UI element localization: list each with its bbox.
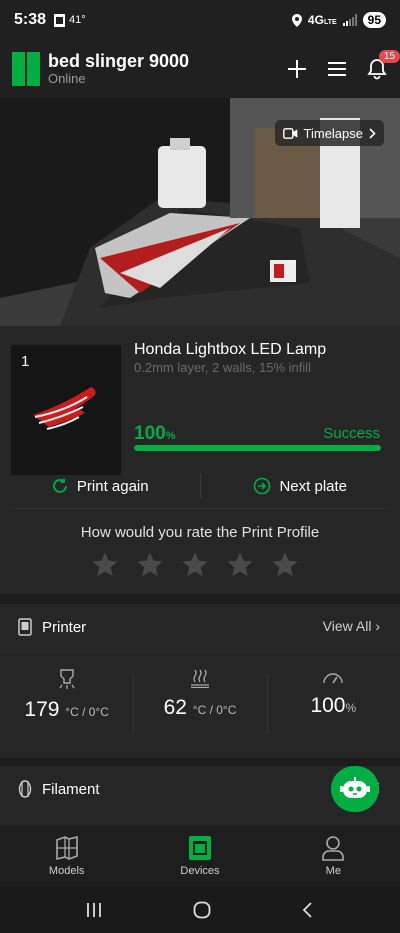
job-settings: 0.2mm layer, 2 walls, 15% infill [134,360,312,375]
location-icon [291,13,302,27]
device-title-block[interactable]: bed slinger 9000 Online [48,51,189,87]
back-icon[interactable] [302,901,314,918]
system-navigation-bar [0,886,400,933]
header-actions: 15 [286,50,400,80]
divider [0,654,400,655]
printer-icon [18,618,32,636]
menu-icon [328,62,346,76]
status-temperature: 41° [69,14,86,26]
printer-card: Printer View All › 179 °C / 0°C 62 °C / … [0,604,400,758]
assistant-bot-button[interactable] [331,766,379,812]
honda-wing-model-image [33,387,96,430]
camera-feed[interactable]: Timelapse [0,98,400,326]
bambu-logo-icon [12,52,40,86]
job-actions: Print again Next plate [0,464,400,508]
speed-value: 100% [310,694,357,717]
printer-section-header: Printer [18,618,86,636]
filament-title: Filament [42,780,100,798]
recent-apps-icon[interactable] [86,902,102,918]
print-again-label: Print again [76,477,149,495]
print-speed[interactable]: 100% [266,668,400,744]
nav-me[interactable]: Me [267,826,400,886]
rating-prompt: How would you rate the Print Profile [80,524,320,541]
timelapse-label: Timelapse [303,125,363,141]
battery-level: 95 [362,12,386,28]
plus-icon [288,60,306,78]
status-right: 4GLTE 95 [291,12,386,28]
network-type: 4GLTE [307,13,337,27]
progress-bar-fill [134,445,381,451]
star-icon[interactable] [90,550,120,580]
app-notification-icon [54,13,66,27]
bed-temp-value: 62 °C / 0°C [163,696,237,719]
status-bar: 5:38 41° 4GLTE 95 [0,0,400,40]
job-status: Success [323,425,380,442]
printer-metrics: 179 °C / 0°C 62 °C / 0°C 100% [0,668,400,744]
speedometer-icon [323,673,344,684]
progress-bar [134,445,381,451]
progress-percent: 100% [134,423,176,444]
heatbed-icon [190,669,209,688]
star-icon[interactable] [270,550,300,580]
nav-me-label: Me [325,865,341,877]
video-camera-icon [282,127,297,139]
person-icon [322,836,345,861]
next-plate-label: Next plate [279,477,348,495]
status-time: 5:38 [14,11,47,28]
nav-models[interactable]: Models [0,826,133,886]
cube-icon [55,835,78,861]
rating-stars [90,550,300,580]
notification-badge: 15 [378,50,400,63]
add-device-button[interactable] [286,58,308,80]
device-name: bed slinger 9000 [48,51,190,71]
robot-icon [340,777,370,798]
chevron-right-icon [369,127,376,139]
print-again-button[interactable]: Print again [0,477,200,495]
divider [12,508,388,509]
printer-title: Printer [42,618,87,636]
print-job-card: 1 Honda Lightbox LED Lamp 0.2mm layer, 2… [0,326,400,594]
job-name: Honda Lightbox LED Lamp [134,341,327,358]
filament-section-header: Filament [18,780,100,798]
bottom-navigation: Models Devices Me [0,826,400,886]
nav-devices[interactable]: Devices [133,826,266,886]
star-icon[interactable] [180,550,210,580]
refresh-icon [53,478,67,493]
home-icon[interactable] [193,901,211,919]
bed-temperature[interactable]: 62 °C / 0°C [133,668,266,744]
job-thumbnail: 1 [11,345,121,475]
nav-devices-label: Devices [180,865,220,877]
star-icon[interactable] [225,550,255,580]
star-icon[interactable] [135,550,165,580]
timelapse-button[interactable]: Timelapse [274,120,384,146]
nozzle-temp-value: 179 °C / 0°C [24,698,109,721]
arrow-right-circle-icon [254,477,271,495]
printer-view-all-link[interactable]: View All › [323,618,380,634]
notifications-button[interactable]: 15 [366,50,400,80]
nav-models-label: Models [48,865,85,877]
nozzle-icon [59,669,75,689]
menu-button[interactable] [326,58,348,80]
signal-icon [342,14,357,26]
device-status: Online [48,71,86,86]
next-plate-button[interactable]: Next plate [201,477,400,495]
nozzle-temperature[interactable]: 179 °C / 0°C [0,668,133,744]
spool-icon [18,780,32,798]
printer-device-icon [188,836,211,860]
device-header: bed slinger 9000 Online 15 [0,40,400,98]
